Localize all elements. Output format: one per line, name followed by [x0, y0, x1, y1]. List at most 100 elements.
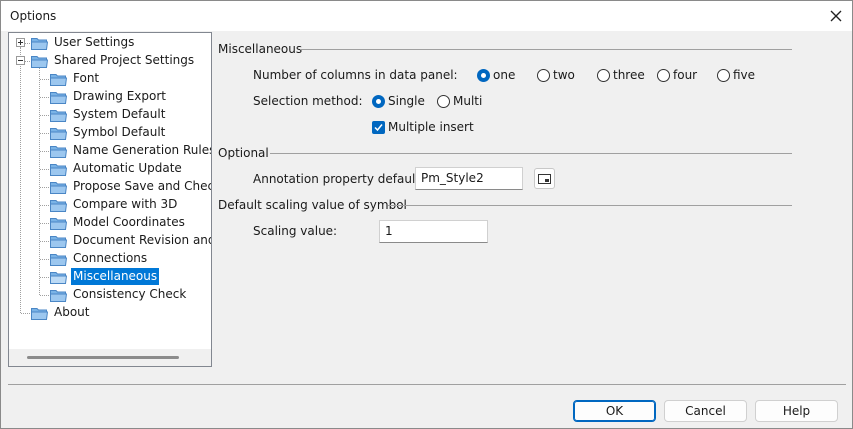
tree-connector — [40, 295, 49, 296]
tree-item-label: Model Coordinates — [73, 215, 185, 229]
footer-separator — [8, 384, 846, 385]
window-title: Options — [10, 9, 57, 23]
expand-icon[interactable] — [16, 38, 25, 47]
selection-radio-single[interactable] — [372, 95, 385, 108]
tree-item-label: Compare with 3D — [73, 197, 178, 211]
annotation-field[interactable]: Pm_Style2 — [415, 167, 523, 190]
tree-item[interactable]: Automatic Update — [40, 160, 209, 178]
tree-horizontal-scrollbar[interactable] — [9, 349, 211, 366]
columns-radio-five[interactable] — [717, 69, 730, 82]
tree-item[interactable]: Font — [40, 70, 209, 88]
tree-connector — [40, 97, 49, 98]
tree-item[interactable]: Miscellaneous — [40, 268, 209, 286]
title-bar[interactable]: Options — [1, 1, 852, 31]
columns-option-label[interactable]: one — [493, 68, 515, 82]
columns-radio-three[interactable] — [597, 69, 610, 82]
multiple-insert-checkbox[interactable] — [372, 121, 385, 134]
tree-item[interactable]: Drawing Export — [40, 88, 209, 106]
optional-heading: Optional — [218, 146, 269, 160]
columns-radio-one[interactable] — [477, 69, 490, 82]
selection-radio-multi[interactable] — [437, 95, 450, 108]
tree-item-label: Consistency Check — [73, 287, 187, 301]
tree-connector — [40, 79, 49, 80]
folder-icon — [50, 162, 68, 176]
folder-icon — [31, 306, 49, 320]
selection-method-label: Selection method: — [253, 94, 363, 108]
settings-tree[interactable]: User Settings Shared Project Settings Font… — [8, 32, 212, 367]
tree-item-label: Automatic Update — [73, 161, 182, 175]
folder-icon — [50, 126, 68, 140]
selection-option-label[interactable]: Single — [388, 94, 425, 108]
tree-connector — [40, 205, 49, 206]
close-button[interactable] — [826, 6, 846, 26]
annotation-browse-button[interactable] — [534, 168, 555, 189]
multiple-insert-label[interactable]: Multiple insert — [388, 120, 474, 134]
tree-connector — [40, 133, 49, 134]
tree-item[interactable]: About — [21, 304, 209, 322]
folder-icon — [31, 36, 49, 50]
tree-item-label: Drawing Export — [73, 89, 166, 103]
tree-item[interactable]: Model Coordinates — [40, 214, 209, 232]
tree-connector — [40, 169, 49, 170]
tree-item[interactable]: User Settings — [16, 34, 209, 52]
misc-heading: Miscellaneous — [218, 42, 303, 56]
tree-item-label: Connections — [73, 251, 148, 265]
tree-item[interactable]: Shared Project Settings — [16, 52, 209, 70]
folder-icon — [50, 234, 68, 248]
tree-item[interactable]: Document Revision and Pu — [40, 232, 211, 250]
folder-icon — [50, 270, 68, 284]
tree-item-label: System Default — [73, 107, 166, 121]
scaling-heading: Default scaling value of symbol — [218, 198, 407, 212]
tree-connector — [40, 151, 49, 152]
tree-item-label: Shared Project Settings — [54, 53, 195, 67]
tree-item[interactable]: Connections — [40, 250, 209, 268]
tree-connector — [39, 67, 40, 295]
tree-item-label: Document Revision and Pu — [73, 233, 211, 247]
tree-item[interactable]: Name Generation Rules — [40, 142, 212, 160]
folder-icon — [50, 198, 68, 212]
columns-radio-four[interactable] — [657, 69, 670, 82]
tree-connector — [21, 313, 30, 314]
folder-icon — [50, 288, 68, 302]
columns-option-label[interactable]: three — [613, 68, 645, 82]
selection-option-label[interactable]: Multi — [453, 94, 482, 108]
folder-icon — [50, 72, 68, 86]
scaling-field[interactable]: 1 — [379, 220, 488, 243]
columns-option-label[interactable]: four — [673, 68, 697, 82]
optional-divider — [270, 153, 792, 154]
folder-icon — [50, 108, 68, 122]
tree-item-label: User Settings — [54, 35, 135, 49]
tree-item[interactable]: Consistency Check — [40, 286, 209, 304]
folder-icon — [50, 144, 68, 158]
scrollbar-thumb[interactable] — [27, 356, 179, 359]
misc-divider — [300, 49, 792, 50]
tree-item[interactable]: Symbol Default — [40, 124, 209, 142]
tree-connector — [40, 223, 49, 224]
tree-item-label: Propose Save and Check-ir — [73, 179, 212, 193]
tree-item[interactable]: System Default — [40, 106, 209, 124]
cancel-button[interactable]: Cancel — [664, 400, 747, 422]
tree-connector — [40, 241, 49, 242]
dialog-picker-icon — [538, 174, 551, 184]
tree-item-label: Name Generation Rules — [73, 143, 212, 157]
tree-item-label: About — [54, 305, 90, 319]
folder-icon — [50, 180, 68, 194]
tree-item-label: Font — [73, 71, 100, 85]
annotation-label: Annotation property defaults: — [253, 172, 431, 186]
checkmark-icon — [374, 124, 383, 132]
tree-item-label: Miscellaneous — [71, 268, 160, 285]
columns-radio-two[interactable] — [537, 69, 550, 82]
scaling-label: Scaling value: — [253, 224, 338, 238]
tree-connector — [40, 259, 49, 260]
tree-item-label: Symbol Default — [73, 125, 166, 139]
tree-item[interactable]: Compare with 3D — [40, 196, 209, 214]
tree-connector — [20, 47, 21, 313]
close-icon — [830, 10, 842, 22]
help-button[interactable]: Help — [755, 400, 838, 422]
columns-option-label[interactable]: two — [553, 68, 575, 82]
tree-item[interactable]: Propose Save and Check-ir — [40, 178, 212, 196]
columns-option-label[interactable]: five — [733, 68, 755, 82]
collapse-icon[interactable] — [16, 56, 25, 65]
ok-button[interactable]: OK — [573, 400, 656, 422]
folder-icon — [50, 90, 68, 104]
